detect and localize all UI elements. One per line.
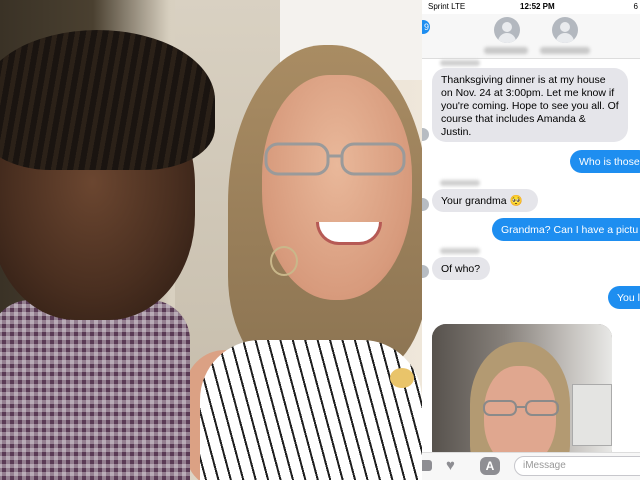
message-bubble-outgoing: Grandma? Can I have a pictu bbox=[492, 218, 640, 241]
woman-glasses bbox=[264, 142, 406, 176]
conversation-header: 9 bbox=[422, 14, 640, 59]
blurred-sender-name bbox=[440, 248, 480, 254]
selfie-photo bbox=[0, 0, 422, 480]
message-input-bar: ♥ A iMessage bbox=[422, 452, 640, 480]
photo-message-glasses bbox=[483, 400, 559, 416]
sender-avatar bbox=[422, 128, 429, 141]
composite-image: Sprint LTE 12:52 PM 6 9 Thanksgiving din… bbox=[0, 0, 640, 480]
contact-avatar[interactable] bbox=[552, 17, 578, 43]
photo-message-printer bbox=[572, 384, 612, 446]
blurred-contact-name bbox=[484, 47, 528, 54]
carrier-label: Sprint LTE bbox=[428, 2, 466, 11]
woman-earring bbox=[270, 246, 298, 276]
message-bubble-outgoing: Who is those bbox=[570, 150, 640, 173]
camera-icon[interactable] bbox=[422, 460, 432, 471]
message-bubble-outgoing: You l bbox=[608, 286, 640, 309]
contact-avatar[interactable] bbox=[494, 17, 520, 43]
status-time: 12:52 PM bbox=[520, 2, 555, 11]
imessage-input[interactable]: iMessage bbox=[514, 456, 640, 476]
message-bubble-incoming: Your grandma 🥺 bbox=[432, 189, 538, 212]
app-store-icon[interactable]: A bbox=[480, 457, 500, 475]
imessage-screenshot: Sprint LTE 12:52 PM 6 9 Thanksgiving din… bbox=[422, 0, 640, 480]
man-shirt bbox=[0, 300, 190, 480]
blurred-sender-name bbox=[440, 60, 480, 66]
message-bubble-incoming: Thanksgiving dinner is at my house on No… bbox=[432, 68, 628, 142]
message-bubble-incoming: Of who? bbox=[432, 257, 490, 280]
digital-touch-icon[interactable]: ♥ bbox=[446, 457, 455, 474]
sender-avatar bbox=[422, 265, 429, 278]
woman-brooch bbox=[390, 368, 414, 388]
photo-message[interactable] bbox=[432, 324, 612, 464]
sender-avatar bbox=[422, 198, 429, 211]
battery-label: 6 bbox=[633, 2, 638, 11]
blurred-sender-name bbox=[440, 180, 480, 186]
woman-dress bbox=[200, 340, 422, 480]
blurred-contact-name bbox=[540, 47, 590, 54]
status-bar: Sprint LTE 12:52 PM 6 bbox=[422, 0, 640, 14]
man-hair bbox=[0, 30, 215, 170]
back-icon[interactable]: 9 bbox=[422, 20, 430, 34]
